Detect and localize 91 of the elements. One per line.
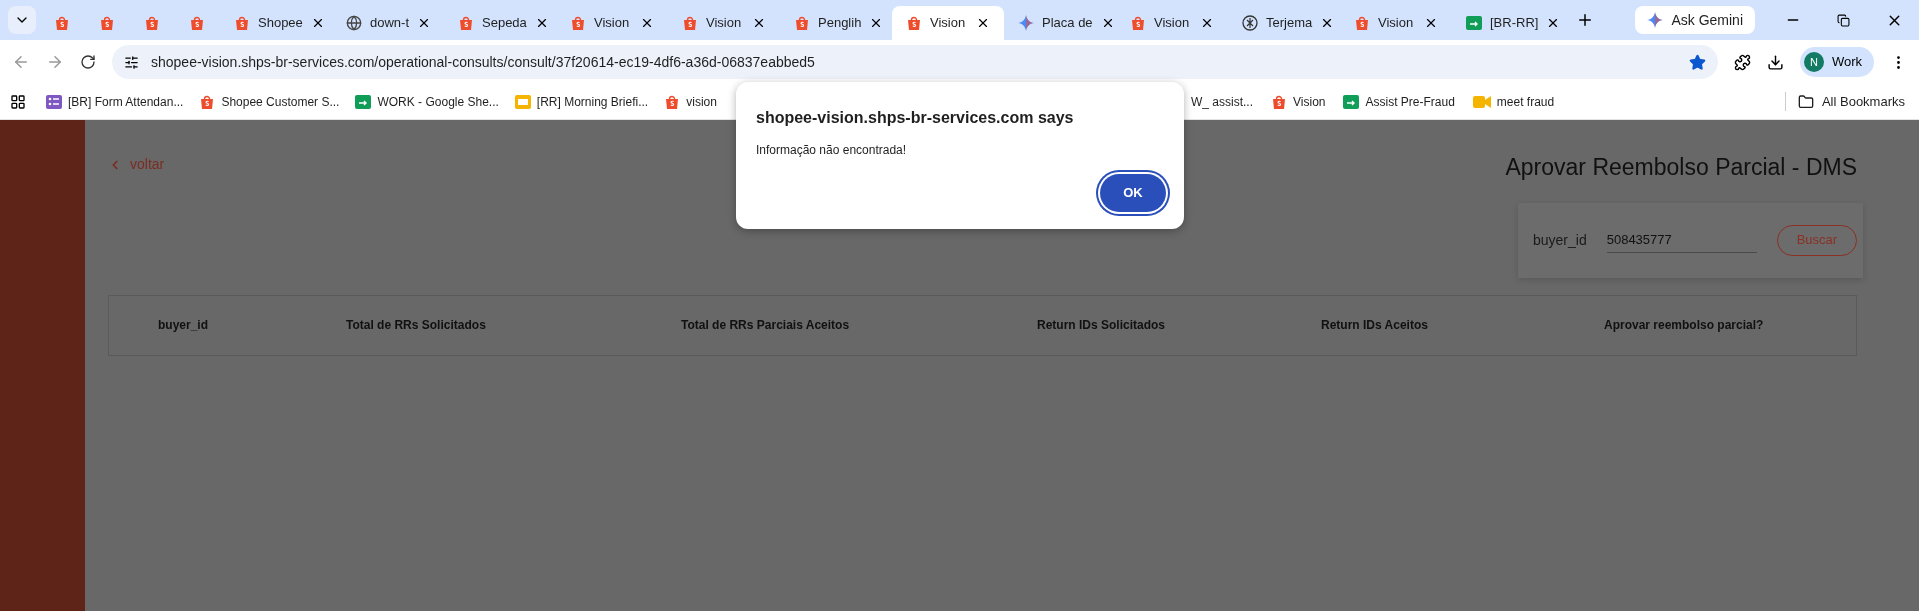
bookmark[interactable]: [RR] Morning Briefi... xyxy=(508,87,655,116)
back-icon[interactable] xyxy=(12,53,30,71)
bookmark[interactable]: Assist Pre-Fraud xyxy=(1337,87,1461,116)
bookmark[interactable]: Vision xyxy=(1265,87,1332,116)
tab-title: Vision xyxy=(930,14,967,33)
browser-tab[interactable]: Placa de xyxy=(1004,6,1116,40)
apps-icon[interactable] xyxy=(10,93,26,110)
bookmark[interactable]: WORK - Google She... xyxy=(349,87,505,116)
extensions-icon[interactable] xyxy=(1733,53,1751,71)
download-icon[interactable] xyxy=(1766,53,1784,71)
tab-title: Vision xyxy=(706,14,743,33)
shopping-bag-icon xyxy=(682,15,698,31)
sparkle-icon xyxy=(1018,15,1034,31)
browser-tab[interactable]: Shopee xyxy=(220,6,332,40)
url-text: shopee-vision.shps-br-services.com/operational-consults/consult/37f20614-ec19-4df6-a36d-06837eabbed5 xyxy=(151,52,816,72)
all-bookmarks-button[interactable]: All Bookmarks xyxy=(1784,91,1913,112)
bookmark[interactable]: vision xyxy=(658,87,723,116)
browser-tab[interactable]: Vision xyxy=(668,6,780,40)
shopping-bag-icon xyxy=(1354,15,1370,31)
tab-search-button[interactable] xyxy=(8,6,36,34)
browser-tab[interactable]: Penglih xyxy=(780,6,892,40)
column-header: Return IDs Aceitos xyxy=(1321,317,1429,334)
form-icon xyxy=(46,94,62,109)
bookmark[interactable]: [BR] Form Attendan... xyxy=(40,87,190,116)
column-header: Return IDs Solicitados xyxy=(1037,317,1167,334)
site-settings-icon[interactable] xyxy=(124,54,139,70)
column-header: Total de RRs Solicitados xyxy=(346,317,487,334)
browser-tab[interactable]: Vision xyxy=(556,6,668,40)
tab-title: Penglih xyxy=(818,14,862,33)
close-icon[interactable] xyxy=(1424,16,1438,30)
page-title: Aprovar Reembolso Parcial - DMS xyxy=(1505,153,1857,182)
browser-tab[interactable]: Vision xyxy=(892,6,1004,40)
dialog-message: Informação não encontrada! xyxy=(756,142,908,159)
shopping-bag-icon xyxy=(1130,15,1146,31)
avatar: N xyxy=(1803,52,1824,72)
sheet-icon xyxy=(355,94,372,109)
field-label: buyer_id xyxy=(1533,230,1587,250)
dialog-title: shopee-vision.shps-br-services.com says xyxy=(756,108,1075,128)
tab-title: [BR-RR] xyxy=(1490,14,1539,33)
bookmark[interactable]: meet fraud xyxy=(1466,87,1561,116)
buyer-id-field[interactable]: 508435777 xyxy=(1606,226,1757,254)
reload-icon[interactable] xyxy=(80,54,96,70)
new-tab-icon[interactable] xyxy=(1576,11,1594,29)
bookmark[interactable]: W_ assist... xyxy=(1185,87,1259,116)
tab-title: down-t xyxy=(370,14,410,33)
shopping-bag-icon xyxy=(458,15,474,31)
close-icon[interactable] xyxy=(976,16,990,30)
ask-gemini-button[interactable]: Ask Gemini xyxy=(1635,6,1755,34)
close-icon[interactable] xyxy=(752,16,766,30)
tab-title: Sepeda xyxy=(482,14,527,33)
sheet-icon xyxy=(1343,94,1360,109)
tab-title: Vision xyxy=(1154,14,1191,33)
restore-icon[interactable] xyxy=(1837,13,1850,27)
shopping-bag-icon xyxy=(570,15,586,31)
column-header: buyer_id xyxy=(158,317,209,334)
column-header: Aprovar reembolso parcial? xyxy=(1604,317,1765,334)
column-header: Total de RRs Parciais Aceitos xyxy=(681,317,851,334)
tab-title: Placa de xyxy=(1042,14,1093,33)
globe-icon xyxy=(346,15,362,31)
browser-tab[interactable]: Vision xyxy=(1340,6,1452,40)
browser-tab[interactable]: Sepeda xyxy=(444,6,556,40)
close-icon[interactable] xyxy=(640,16,654,30)
tab-title: Terjema xyxy=(1266,14,1313,33)
sparkle-icon xyxy=(1647,12,1664,28)
browser-tab[interactable]: Terjema xyxy=(1228,6,1340,40)
browser-tab[interactable]: down-t xyxy=(332,6,444,40)
tab-title: Shopee xyxy=(258,14,303,33)
close-icon[interactable] xyxy=(1200,16,1214,30)
shopping-bag-icon xyxy=(906,15,922,31)
star-icon[interactable] xyxy=(1688,53,1706,71)
browser-tab[interactable]: [BR-RR] xyxy=(1452,6,1564,40)
shopping-bag-icon xyxy=(234,15,250,31)
tab-title: Vision xyxy=(594,14,631,33)
forward-icon[interactable] xyxy=(46,53,64,71)
slides-icon xyxy=(514,94,531,109)
profile-button[interactable]: N Work xyxy=(1799,47,1874,77)
video-camera-icon xyxy=(1472,94,1491,109)
browser-tab[interactable]: Vision xyxy=(1116,6,1228,40)
address-bar[interactable]: shopee-vision.shps-br-services.com/operational-consults/consult/37f20614-ec19-4df6-a36d-06837eabbed5 xyxy=(112,45,1718,79)
shopping-bag-icon xyxy=(99,15,115,31)
shopping-bag-icon xyxy=(664,93,681,110)
shopping-bag-icon xyxy=(199,93,216,110)
shopping-bag-icon xyxy=(144,15,160,31)
bookmark[interactable]: Shopee Customer S... xyxy=(193,87,346,116)
shopping-bag-icon xyxy=(1271,93,1287,110)
shopping-bag-icon xyxy=(794,15,810,31)
sheet-icon xyxy=(1466,16,1482,30)
shopping-bag-icon xyxy=(54,15,70,31)
tab-title: Vision xyxy=(1378,14,1415,33)
shopping-bag-icon xyxy=(189,15,205,31)
folder-icon xyxy=(1797,93,1814,110)
